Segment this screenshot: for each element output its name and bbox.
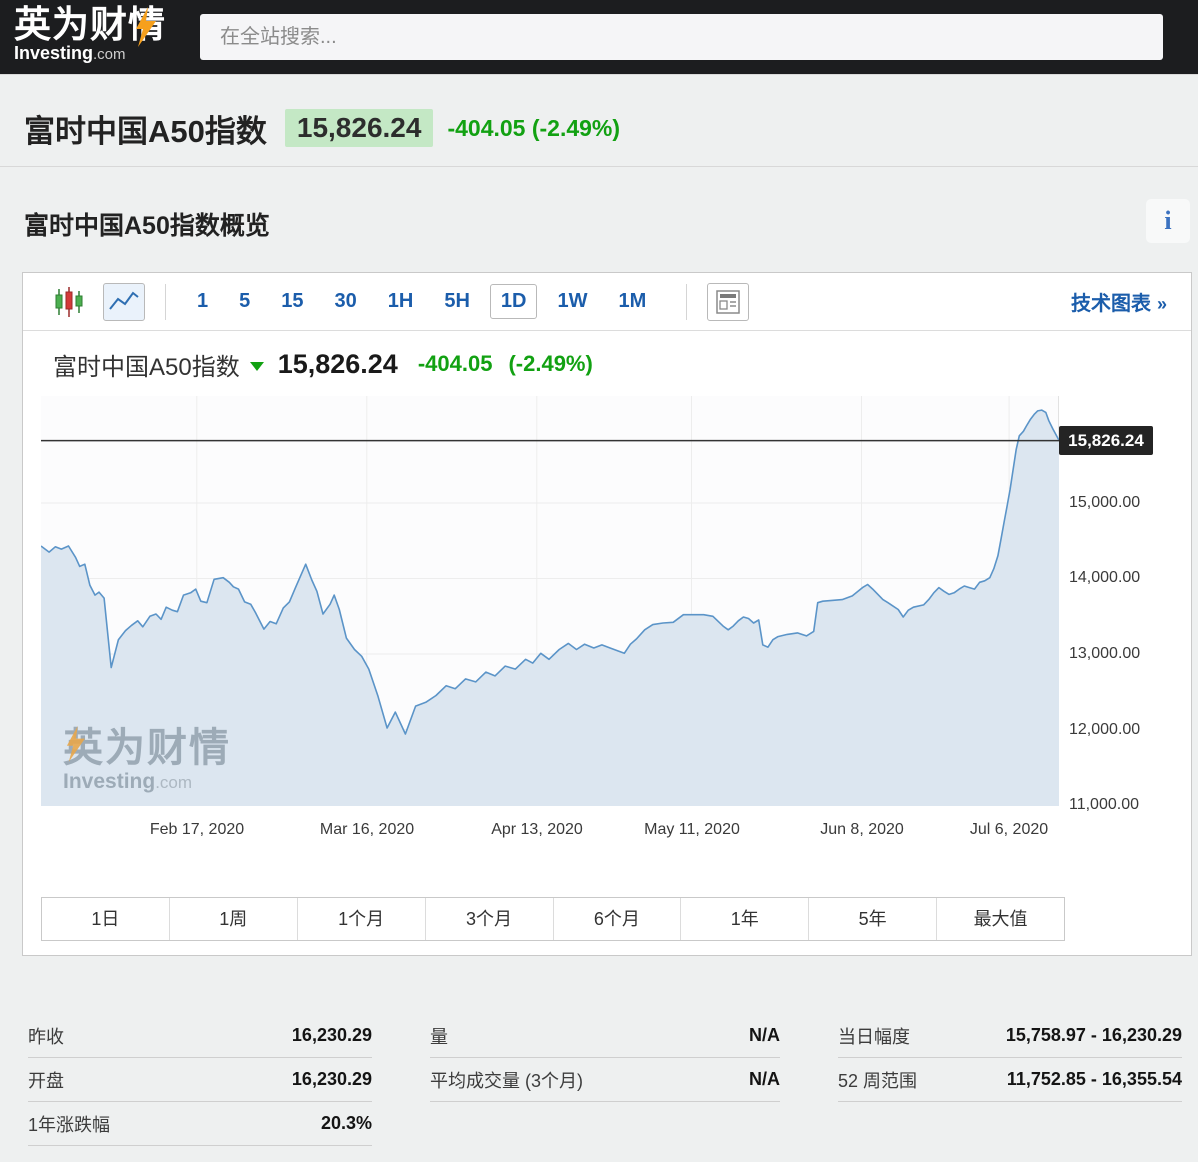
range-button-1周[interactable]: 1周 xyxy=(170,898,298,940)
interval-button-1D[interactable]: 1D xyxy=(490,284,538,319)
instrument-price: 15,826.24 xyxy=(285,109,434,147)
search-input[interactable] xyxy=(200,14,1163,60)
stat-row: 平均成交量 (3个月) N/A xyxy=(430,1058,780,1102)
area-chart xyxy=(41,396,1059,806)
divider xyxy=(0,166,1198,167)
chart-change-pct: (-2.49%) xyxy=(508,351,592,377)
interval-button-5H[interactable]: 5H xyxy=(433,284,481,319)
stat-row: 52 周范围 11,752.85 - 16,355.54 xyxy=(838,1058,1182,1102)
range-button-1日[interactable]: 1日 xyxy=(42,898,170,940)
range-button-1个月[interactable]: 1个月 xyxy=(298,898,426,940)
y-axis-label: 11,000.00 xyxy=(1069,796,1139,814)
range-button-row: 1日1周1个月3个月6个月1年5年最大值 xyxy=(41,897,1065,941)
site-header: 英为财情 Investing.com xyxy=(0,0,1198,75)
stat-label: 量 xyxy=(430,1023,448,1049)
stats-column-2: 量 N/A 平均成交量 (3个月) N/A xyxy=(430,1014,780,1102)
technical-chart-link[interactable]: 技术图表» xyxy=(1071,287,1167,316)
stat-value: N/A xyxy=(749,1069,780,1090)
interval-button-1W[interactable]: 1W xyxy=(546,284,598,319)
info-button[interactable]: i xyxy=(1146,199,1190,243)
price-chart-plot[interactable]: 英为财情 Investing.com xyxy=(41,396,1059,806)
stat-value: 16,230.29 xyxy=(292,1069,372,1090)
chart-price: 15,826.24 xyxy=(278,349,398,380)
line-chart-icon xyxy=(107,287,141,317)
newspaper-icon xyxy=(714,288,742,316)
interval-button-15[interactable]: 15 xyxy=(270,284,314,319)
y-axis-label: 15,000.00 xyxy=(1069,494,1140,512)
stat-label: 52 周范围 xyxy=(838,1067,917,1093)
stat-label: 昨收 xyxy=(28,1023,64,1049)
range-button-5年[interactable]: 5年 xyxy=(809,898,937,940)
toolbar-separator xyxy=(165,284,166,320)
stat-value: 15,758.97 - 16,230.29 xyxy=(1006,1025,1182,1046)
stat-value: 16,230.29 xyxy=(292,1025,372,1046)
stat-row: 昨收 16,230.29 xyxy=(28,1014,372,1058)
stat-row: 开盘 16,230.29 xyxy=(28,1058,372,1102)
instrument-header: 富时中国A50指数 15,826.24 -404.05 (-2.49%) xyxy=(24,100,620,156)
stat-label: 1年涨跌幅 xyxy=(28,1111,110,1137)
x-axis-label: May 11, 2020 xyxy=(617,821,767,839)
stat-value: N/A xyxy=(749,1025,780,1046)
interval-button-5[interactable]: 5 xyxy=(228,284,261,319)
candlestick-chart-icon[interactable] xyxy=(55,286,83,318)
y-axis-label: 14,000.00 xyxy=(1069,569,1140,587)
site-logo[interactable]: 英为财情 Investing.com xyxy=(14,5,204,65)
stat-label: 平均成交量 (3个月) xyxy=(430,1067,583,1093)
stat-row: 当日幅度 15,758.97 - 16,230.29 xyxy=(838,1014,1182,1058)
down-arrow-icon xyxy=(250,362,264,371)
x-axis: Feb 17, 2020 Mar 16, 2020 Apr 13, 2020 May … xyxy=(41,821,1059,847)
range-button-3个月[interactable]: 3个月 xyxy=(426,898,554,940)
interval-button-1[interactable]: 1 xyxy=(186,284,219,319)
x-axis-label: Jun 8, 2020 xyxy=(787,821,937,839)
stats-column-1: 昨收 16,230.29 开盘 16,230.29 1年涨跌幅 20.3% xyxy=(28,1014,372,1146)
interval-button-30[interactable]: 30 xyxy=(324,284,368,319)
news-view-button[interactable] xyxy=(707,283,749,321)
x-axis-label: Apr 13, 2020 xyxy=(462,821,612,839)
range-button-最大值[interactable]: 最大值 xyxy=(937,898,1064,940)
stat-value: 11,752.85 - 16,355.54 xyxy=(1007,1069,1182,1090)
instrument-name: 富时中国A50指数 xyxy=(24,106,267,151)
stat-label: 开盘 xyxy=(28,1067,64,1093)
line-chart-button[interactable] xyxy=(103,283,145,321)
interval-button-1M[interactable]: 1M xyxy=(607,284,657,319)
lightning-bolt-icon xyxy=(132,7,158,47)
interval-group: 15 15 30 1H5H 1D1W 1M xyxy=(186,284,666,319)
last-price-tag: 15,826.24 xyxy=(1059,426,1153,455)
stats-column-3: 当日幅度 15,758.97 - 16,230.29 52 周范围 11,752.85… xyxy=(838,1014,1182,1102)
overview-section-title: 富时中国A50指数概览 xyxy=(24,206,270,242)
y-axis-label: 12,000.00 xyxy=(1069,721,1140,739)
instrument-change: -404.05 (-2.49%) xyxy=(447,115,620,142)
toolbar-separator xyxy=(686,284,687,320)
logo-cn-text: 英为财情 xyxy=(14,5,204,45)
chart-instrument-name: 富时中国A50指数 xyxy=(53,347,240,382)
chart-widget: 15 15 30 1H5H 1D1W 1M 技术图表» 富时中国A50指数 15,826.… xyxy=(22,272,1192,956)
x-axis-label: Jul 6, 2020 xyxy=(934,821,1084,839)
y-axis-label: 13,000.00 xyxy=(1069,645,1140,663)
y-axis: 15,000.00 14,000.00 13,000.00 12,000.00 11,0… xyxy=(1059,396,1191,816)
x-axis-label: Mar 16, 2020 xyxy=(292,821,442,839)
range-button-1年[interactable]: 1年 xyxy=(681,898,809,940)
chart-toolbar: 15 15 30 1H5H 1D1W 1M 技术图表» xyxy=(23,273,1191,331)
x-axis-label: Feb 17, 2020 xyxy=(122,821,272,839)
chart-change: -404.05 xyxy=(418,351,493,377)
stat-value: 20.3% xyxy=(321,1113,372,1134)
stat-row: 量 N/A xyxy=(430,1014,780,1058)
stat-label: 当日幅度 xyxy=(838,1023,910,1049)
range-button-6个月[interactable]: 6个月 xyxy=(554,898,682,940)
chart-title-row: 富时中国A50指数 15,826.24 -404.05 (-2.49%) xyxy=(53,339,593,389)
stat-row: 1年涨跌幅 20.3% xyxy=(28,1102,372,1146)
logo-en-text: Investing.com xyxy=(14,43,204,65)
interval-button-1H[interactable]: 1H xyxy=(377,284,425,319)
